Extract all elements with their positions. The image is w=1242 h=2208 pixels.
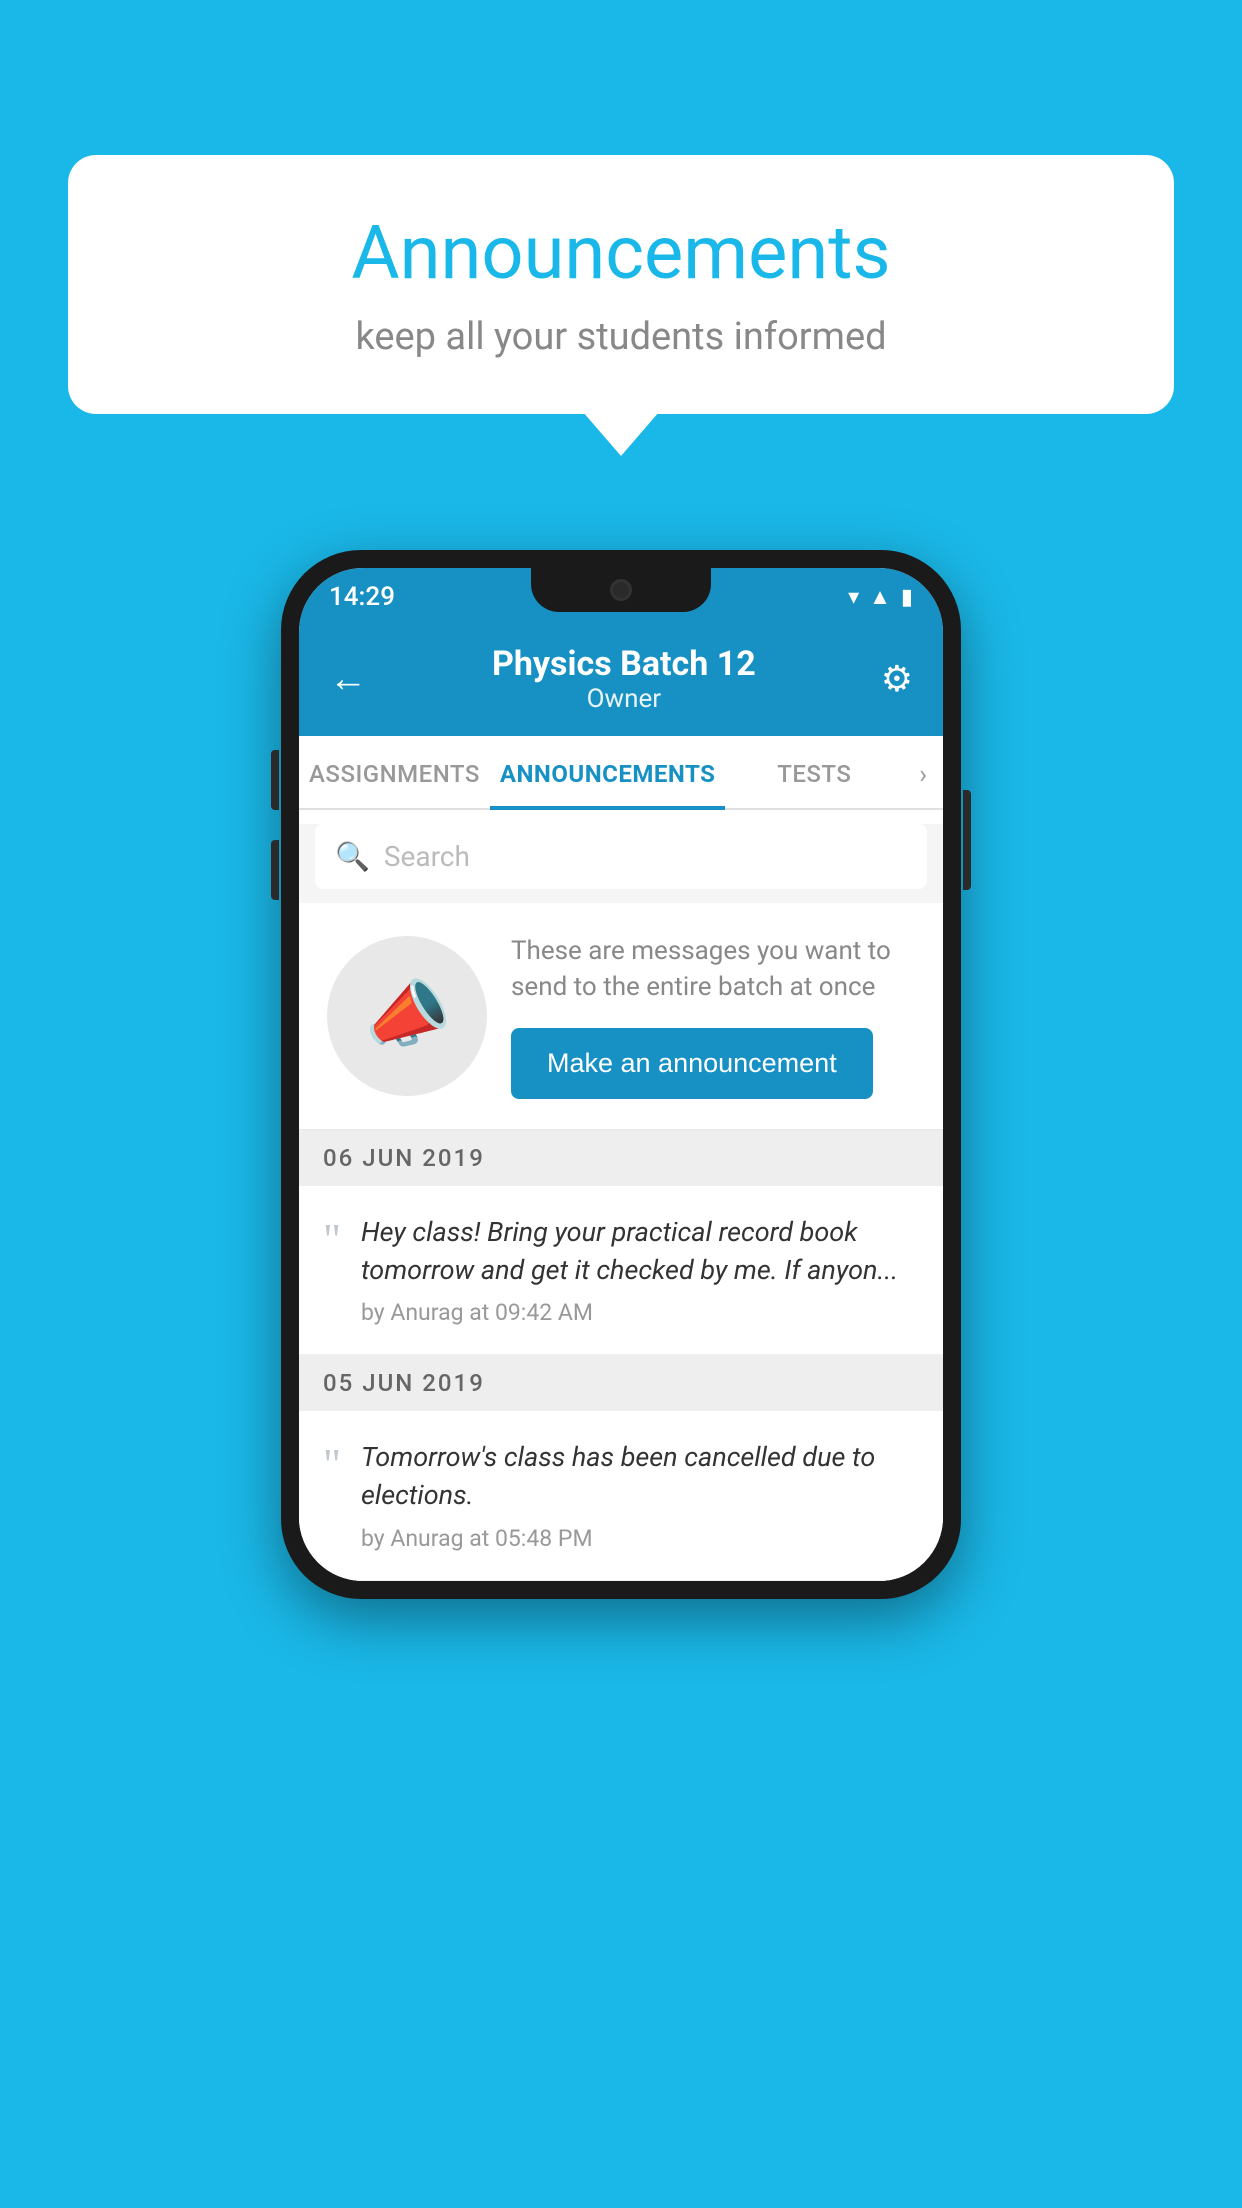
power-button (963, 790, 971, 890)
announcement-item-2[interactable]: " Tomorrow's class has been cancelled du… (299, 1411, 943, 1581)
search-bar[interactable]: 🔍 Search (315, 824, 927, 889)
status-icons: ▾ ▲ ▮ (848, 584, 913, 610)
back-button[interactable]: ← (329, 657, 367, 701)
date-separator-1: 06 JUN 2019 (299, 1130, 943, 1186)
speech-bubble-subtitle: keep all your students informed (128, 315, 1114, 359)
tab-tests[interactable]: TESTS (725, 736, 903, 808)
phone-screen: 14:29 ▾ ▲ ▮ ← Physics Batch 12 Owner ⚙ (299, 568, 943, 1581)
phone-notch (531, 568, 711, 612)
wifi-icon: ▾ (848, 585, 859, 610)
promo-icon-circle: 📣 (327, 936, 487, 1096)
header-subtitle: Owner (492, 684, 756, 714)
tab-announcements[interactable]: ANNOUNCEMENTS (490, 736, 726, 808)
make-announcement-button[interactable]: Make an announcement (511, 1028, 873, 1099)
search-icon: 🔍 (335, 840, 370, 873)
speech-bubble: Announcements keep all your students inf… (68, 155, 1174, 414)
settings-button[interactable]: ⚙ (881, 658, 913, 700)
app-header: ← Physics Batch 12 Owner ⚙ (299, 626, 943, 736)
tabs-more-button[interactable]: › (903, 736, 943, 808)
promo-card: 📣 These are messages you want to send to… (299, 903, 943, 1130)
volume-up-button (271, 750, 279, 810)
announcement-meta-1: by Anurag at 09:42 AM (361, 1299, 919, 1326)
quote-icon-2: " (323, 1443, 341, 1487)
promo-text-area: These are messages you want to send to t… (511, 933, 915, 1099)
speech-bubble-title: Announcements (128, 210, 1114, 297)
megaphone-icon: 📣 (357, 968, 457, 1064)
battery-icon: ▮ (901, 585, 913, 610)
announcement-text-2: Tomorrow's class has been cancelled due … (361, 1439, 919, 1515)
date-separator-2: 05 JUN 2019 (299, 1355, 943, 1411)
announcement-content-1: Hey class! Bring your practical record b… (361, 1214, 919, 1327)
announcement-content-2: Tomorrow's class has been cancelled due … (361, 1439, 919, 1552)
phone-outer: 14:29 ▾ ▲ ▮ ← Physics Batch 12 Owner ⚙ (281, 550, 961, 1599)
announcement-item-1[interactable]: " Hey class! Bring your practical record… (299, 1186, 943, 1356)
tab-assignments[interactable]: ASSIGNMENTS (299, 736, 490, 808)
tabs-container: ASSIGNMENTS ANNOUNCEMENTS TESTS › (299, 736, 943, 810)
signal-icon: ▲ (869, 584, 891, 610)
phone-mockup: 14:29 ▾ ▲ ▮ ← Physics Batch 12 Owner ⚙ (281, 550, 961, 1599)
speech-bubble-container: Announcements keep all your students inf… (68, 155, 1174, 414)
promo-description: These are messages you want to send to t… (511, 933, 915, 1006)
header-title: Physics Batch 12 (492, 644, 756, 684)
content-area: 🔍 Search 📣 These are messages you want t… (299, 824, 943, 1581)
volume-down-button (271, 840, 279, 900)
quote-icon-1: " (323, 1218, 341, 1262)
search-placeholder: Search (384, 840, 470, 873)
announcement-text-1: Hey class! Bring your practical record b… (361, 1214, 919, 1290)
announcement-meta-2: by Anurag at 05:48 PM (361, 1525, 919, 1552)
status-time: 14:29 (329, 582, 395, 612)
phone-camera (610, 579, 632, 601)
header-center: Physics Batch 12 Owner (492, 644, 756, 714)
